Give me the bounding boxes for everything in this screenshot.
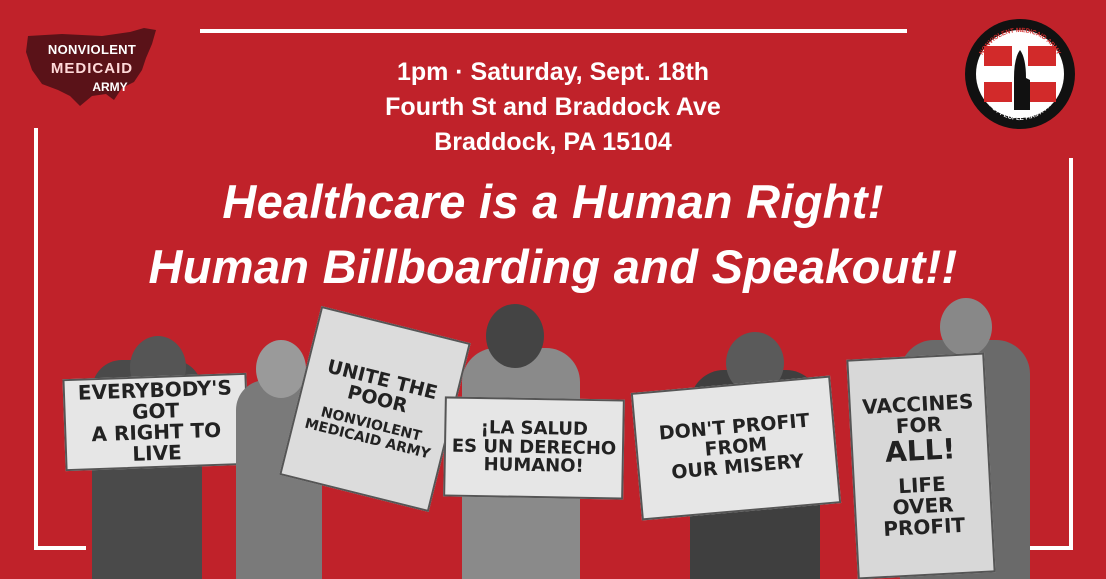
sign-unite-the-poor: UNITE THE POOR NONVIOLENT MEDICAID ARMY	[279, 305, 471, 513]
protest-photo: EVERYBODY'S GOT A RIGHT TO LIVE UNITE TH…	[0, 290, 1106, 579]
sign-vaccines-line3: ALL!	[884, 432, 957, 469]
event-city: Braddock, PA 15104	[434, 128, 672, 156]
event-street: Fourth St and Braddock Ave	[385, 93, 721, 121]
headline-line1: Healthcare is a Human Right!	[222, 175, 884, 228]
protester-2-head	[256, 340, 306, 398]
protester-3-head	[486, 304, 544, 368]
sign-dont-profit: DON'T PROFIT FROM OUR MISERY	[630, 375, 842, 521]
protester-5-head	[940, 298, 992, 356]
sign-la-salud-line3: HUMANO!	[483, 454, 584, 478]
sign-everybody-line2: A RIGHT TO LIVE	[91, 417, 222, 466]
event-time: 1pm · Saturday, Sept. 18th	[396, 58, 710, 86]
headline-line2: Human Billboarding and Speakout!!	[148, 240, 958, 293]
frame-top-line	[200, 29, 907, 33]
sign-everybody: EVERYBODY'S GOT A RIGHT TO LIVE	[62, 372, 250, 472]
sign-la-salud: ¡LA SALUD ES UN DERECHO HUMANO!	[443, 396, 625, 500]
sign-vaccines: VACCINES FOR ALL! LIFE OVER PROFIT	[846, 352, 996, 579]
